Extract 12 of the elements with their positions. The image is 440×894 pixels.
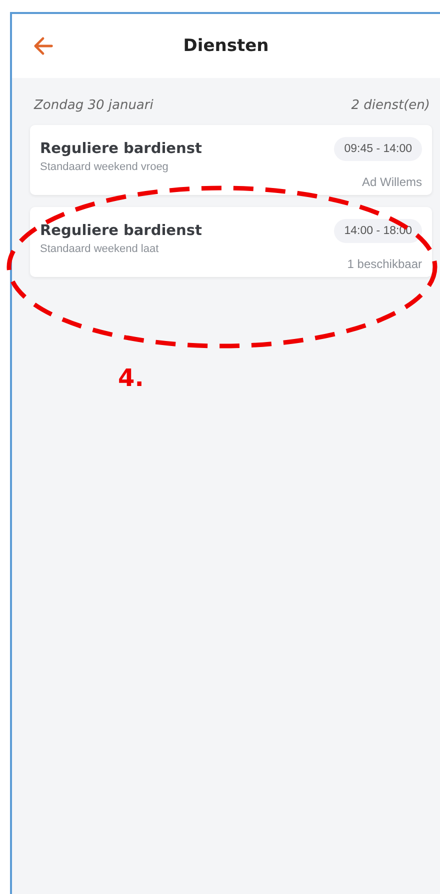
shift-count: 2 dienst(en) [351,98,430,113]
shift-subtitle: Standaard weekend laat [40,243,160,255]
screen-title: Diensten [183,36,269,56]
shift-assignee: 1 beschikbaar [347,257,422,271]
shift-title: Reguliere bardienst [40,223,202,239]
shift-assignee: Ad Willems [362,175,422,189]
shift-card[interactable]: Reguliere bardienst Standaard weekend vroeg 09:45 - 14:00 Ad Willems [30,125,432,195]
shift-title: Reguliere bardienst [40,141,202,157]
date-label: Zondag 30 januari [34,98,154,113]
time-pill: 09:45 - 14:00 [334,137,422,161]
shift-subtitle: Standaard weekend vroeg [40,161,170,173]
annotation-label: 4. [118,364,144,392]
